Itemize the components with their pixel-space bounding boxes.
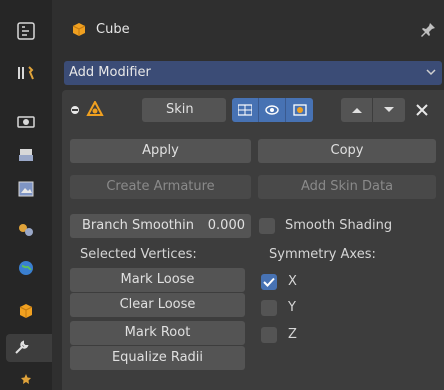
tab-view-layer[interactable] [12,175,40,203]
symmetry-x-checkbox[interactable] [261,274,277,290]
add-modifier-dropdown[interactable]: Add Modifier [64,61,442,85]
render-tools-icon [18,66,34,80]
tab-object[interactable] [12,297,40,325]
clear-loose-button[interactable]: Clear Loose [70,293,245,317]
move-up-button[interactable] [341,98,373,122]
object-cube-icon [19,304,33,318]
move-buttons [341,98,405,122]
printer-icon [19,149,33,161]
symmetry-z-label: Z [288,327,297,342]
tab-output[interactable] [12,107,40,135]
object-cube-icon [72,23,86,36]
modifier-name: Skin [166,102,194,117]
tab-tool[interactable] [12,17,40,45]
symmetry-z-checkbox[interactable] [261,327,277,343]
properties-tab-bar [0,0,52,390]
smooth-shading-label: Smooth Shading [285,218,393,233]
apply-button[interactable]: Apply [70,139,251,163]
chevron-down-icon [384,107,394,112]
chevron-down-icon [426,69,436,76]
copy-button[interactable]: Copy [258,139,436,163]
tab-scene[interactable] [12,216,40,244]
tab-particles[interactable] [12,368,40,390]
symmetry-y-label: Y [288,300,296,315]
tab-output-props[interactable] [12,142,40,170]
symmetry-x-label: X [288,274,297,289]
pin-icon[interactable] [420,22,436,38]
skin-modifier-panel: Skin Apply Copy Create Armature Add Skin… [62,90,444,390]
symmetry-y-checkbox[interactable] [261,300,277,316]
collapse-toggle-icon[interactable] [70,105,80,115]
branch-smoothing-value: 0.000 [207,218,245,233]
tab-render[interactable] [12,59,40,87]
wrench-icon [15,340,29,354]
skin-modifier-icon [86,101,104,116]
branch-smoothing-field[interactable]: Branch Smoothin 0.000 [70,214,251,238]
branch-smoothing-label: Branch Smoothin [82,218,194,233]
show-in-render-button[interactable] [286,98,313,122]
visibility-toggles [232,98,314,122]
mark-loose-button[interactable]: Mark Loose [70,268,245,292]
render-camera-icon [292,104,307,116]
chevron-up-icon [351,108,362,113]
particles-icon [21,374,31,384]
selected-vertices-label: Selected Vertices: [80,247,197,262]
eye-icon [265,105,279,115]
smooth-shading-checkbox[interactable] [259,218,275,234]
tool-icon [17,22,35,40]
move-down-button[interactable] [373,98,405,122]
equalize-radii-button[interactable]: Equalize Radii [70,346,245,370]
world-icon [19,261,33,275]
properties-header: Cube [52,14,440,48]
mark-root-button[interactable]: Mark Root [70,321,245,345]
object-name: Cube [96,22,130,37]
image-icon [18,181,34,197]
add-skin-data-button[interactable]: Add Skin Data [258,175,436,199]
tab-modifiers[interactable] [6,334,52,362]
camera-icon [17,116,35,128]
close-icon[interactable] [415,103,429,117]
show-in-viewport-button[interactable] [259,98,286,122]
add-modifier-label: Add Modifier [69,65,151,80]
modifier-header: Skin [62,98,444,124]
tab-world[interactable] [12,254,40,282]
show-in-editmode-button[interactable] [232,98,259,122]
create-armature-button[interactable]: Create Armature [70,175,251,199]
checkmark-icon [263,277,275,287]
modifier-name-field[interactable]: Skin [142,98,226,122]
scene-icon [19,224,33,236]
editmode-icon [238,104,252,116]
symmetry-axes-label: Symmetry Axes: [269,247,376,262]
